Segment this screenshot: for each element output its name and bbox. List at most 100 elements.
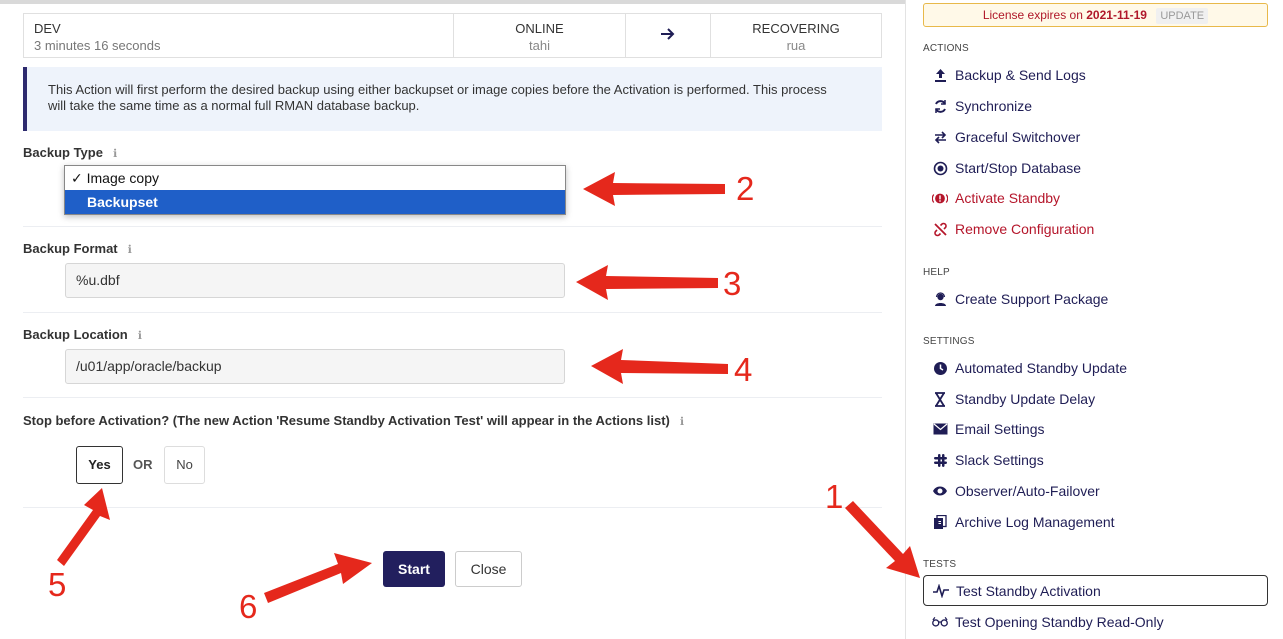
sidebar-item-activate-standby[interactable]: Activate Standby [932, 187, 1060, 209]
sidebar-item-label: Synchronize [955, 98, 1033, 114]
info-icon[interactable]: ℹ [128, 243, 132, 256]
sidebar-item-label: Email Settings [955, 421, 1045, 437]
backup-location-label: Backup Location ℹ [23, 327, 142, 342]
sidebar-item-label: Start/Stop Database [955, 160, 1082, 176]
settings-section-title: SETTINGS [923, 336, 975, 347]
backup-location-label-text: Backup Location [23, 327, 128, 342]
separator [23, 226, 882, 227]
action-dialog: DEV 3 minutes 16 seconds ONLINE tahi REC… [0, 0, 905, 639]
sidebar-item-label: Automated Standby Update [955, 360, 1128, 376]
sidebar-item-graceful-switchover[interactable]: Graceful Switchover [932, 126, 1080, 148]
no-button[interactable]: No [164, 446, 205, 484]
annotation-2: 2 [736, 170, 755, 207]
license-update-button[interactable]: UPDATE [1156, 8, 1209, 24]
license-date: 2021-11-19 [1086, 8, 1147, 22]
status-table: DEV 3 minutes 16 seconds ONLINE tahi REC… [23, 13, 882, 58]
sidebar-item-label: Slack Settings [955, 452, 1044, 468]
sidebar-item-label: Standby Update Delay [955, 391, 1096, 407]
primary-state: ONLINE [515, 21, 564, 36]
switch-icon [932, 129, 948, 145]
backup-type-label-text: Backup Type [23, 145, 103, 160]
top-border [0, 0, 905, 4]
annotation-5: 5 [48, 566, 67, 603]
license-banner: License expires on 2021-11-19 UPDATE [923, 3, 1268, 27]
annotation-1: 1 [825, 478, 844, 515]
sidebar-item-label: Backup & Send Logs [955, 67, 1086, 83]
backup-type-dropdown[interactable]: ✓ Image copy Backupset [64, 165, 566, 215]
sidebar-item-automated-standby-update[interactable]: Automated Standby Update [932, 357, 1127, 379]
hourglass-icon [932, 391, 948, 407]
sidebar-item-label: Graceful Switchover [955, 129, 1081, 145]
start-button[interactable]: Start [383, 551, 445, 587]
tests-section-title: TESTS [923, 559, 957, 570]
backup-type-label: Backup Type ℹ [23, 145, 117, 160]
annotation-4: 4 [734, 351, 753, 388]
alert-icon [932, 190, 948, 206]
sidebar-item-start-stop-database[interactable]: Start/Stop Database [932, 157, 1081, 179]
stop-before-activation-label: Stop before Activation? (The new Action … [23, 413, 684, 428]
db-name: DEV [34, 21, 61, 36]
copy-icon [932, 514, 948, 530]
actions-section-title: ACTIONS [923, 43, 969, 54]
sidebar-item-email-settings[interactable]: Email Settings [932, 418, 1044, 440]
yes-button[interactable]: Yes [76, 446, 123, 484]
backup-format-label-text: Backup Format [23, 241, 118, 256]
arrow-cell [626, 14, 711, 57]
close-button[interactable]: Close [455, 551, 522, 587]
info-icon[interactable]: ℹ [113, 147, 117, 160]
backup-format-input[interactable]: %u.dbf [65, 263, 565, 298]
standby-state: RECOVERING [752, 21, 840, 36]
eye-icon [932, 483, 948, 499]
sidebar-item-archive-log-management[interactable]: Archive Log Management [932, 511, 1115, 533]
db-duration: 3 minutes 16 seconds [34, 38, 161, 53]
sidebar-item-test-opening-standby-read-only[interactable]: Test Opening Standby Read-Only [932, 611, 1164, 633]
glasses-icon [932, 614, 948, 630]
envelope-icon [932, 421, 948, 437]
info-icon[interactable]: ℹ [138, 329, 142, 342]
info-box: This Action will first perform the desir… [23, 67, 882, 131]
sidebar-item-label: Activate Standby [955, 190, 1061, 206]
db-cell: DEV 3 minutes 16 seconds [24, 14, 454, 57]
standby-host: rua [786, 38, 806, 53]
backup-location-input[interactable]: /u01/app/oracle/backup [65, 349, 565, 384]
dropdown-option-backupset[interactable]: Backupset [65, 190, 565, 214]
support-icon [932, 291, 948, 307]
backup-format-label: Backup Format ℹ [23, 241, 132, 256]
annotation-3: 3 [723, 265, 742, 302]
primary-host: tahi [529, 38, 550, 53]
unlink-icon [932, 221, 948, 237]
separator [23, 507, 882, 508]
slack-icon [932, 452, 948, 468]
primary-cell: ONLINE tahi [454, 14, 626, 57]
sidebar-item-slack-settings[interactable]: Slack Settings [932, 449, 1044, 471]
sidebar-item-create-support-package[interactable]: Create Support Package [932, 288, 1108, 310]
stop-label-text: Stop before Activation? (The new Action … [23, 413, 670, 428]
pulse-icon [933, 583, 949, 599]
sidebar-item-label: Test Opening Standby Read-Only [955, 614, 1164, 630]
sidebar-item-label: Create Support Package [955, 291, 1109, 307]
annotation-6: 6 [239, 588, 258, 625]
sidebar-item-label: Archive Log Management [955, 514, 1115, 530]
sidebar-item-backup-send-logs[interactable]: Backup & Send Logs [932, 64, 1086, 86]
clock-icon [932, 360, 948, 376]
sidebar-item-standby-update-delay[interactable]: Standby Update Delay [932, 388, 1095, 410]
sidebar-item-remove-configuration[interactable]: Remove Configuration [932, 218, 1094, 240]
upload-icon [932, 67, 948, 83]
sync-icon [932, 98, 948, 114]
or-text: OR [133, 457, 153, 472]
arrow-right-icon [660, 27, 676, 44]
license-prefix: License expires on [982, 8, 1083, 22]
dropdown-option-image-copy[interactable]: ✓ Image copy [65, 166, 565, 190]
separator [23, 397, 882, 398]
separator [23, 312, 882, 313]
help-section-title: HELP [923, 267, 950, 278]
sidebar-item-label: Observer/Auto-Failover [955, 483, 1100, 499]
standby-cell: RECOVERING rua [711, 14, 881, 57]
sidebar-item-test-standby-activation[interactable]: Test Standby Activation [923, 575, 1268, 606]
sidebar-item-observer-auto-failover[interactable]: Observer/Auto-Failover [932, 480, 1100, 502]
sidebar-item-label: Test Standby Activation [956, 582, 1101, 599]
power-icon [932, 160, 948, 176]
info-icon[interactable]: ℹ [680, 415, 684, 428]
sidebar-item-label: Remove Configuration [955, 221, 1095, 237]
sidebar-item-synchronize[interactable]: Synchronize [932, 95, 1032, 117]
